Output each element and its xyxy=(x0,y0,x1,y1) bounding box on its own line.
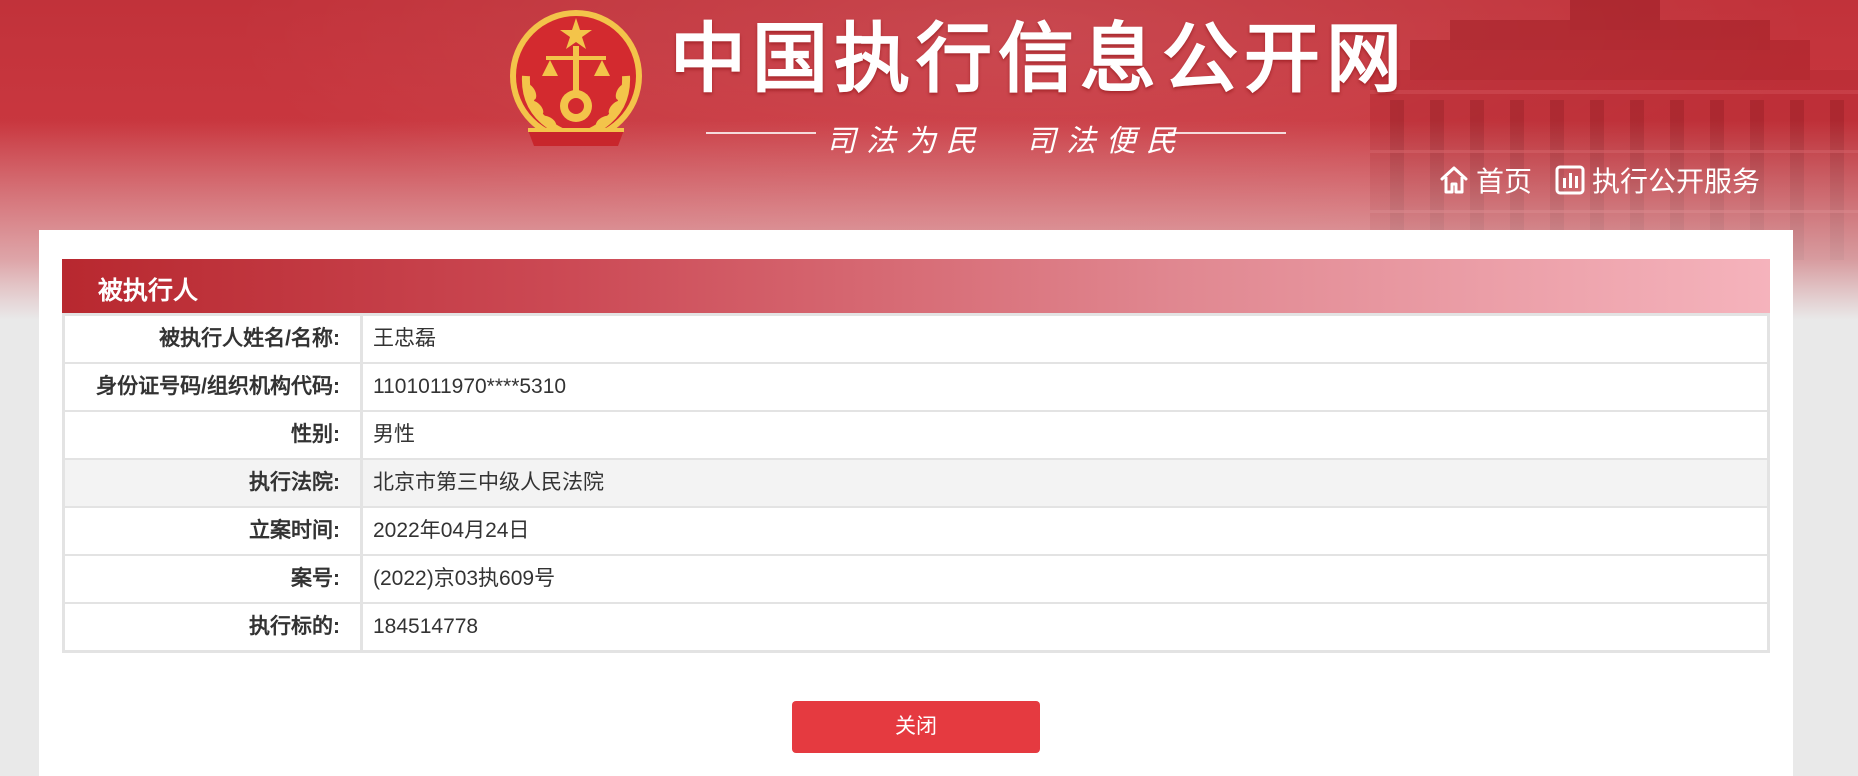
nav-home-link[interactable]: 首页 xyxy=(1438,160,1532,200)
slogan-divider-left xyxy=(706,132,816,134)
section-title: 被执行人 xyxy=(98,277,199,305)
case-number-label: 案号: xyxy=(65,556,363,602)
filing-date-value: 2022年04月24日 xyxy=(363,508,1767,554)
table-row: 案号: (2022)京03执609号 xyxy=(65,556,1767,604)
court-value: 北京市第三中级人民法院 xyxy=(363,460,1767,506)
id-number-value: 1101011970****5310 xyxy=(363,364,1767,410)
section-header: 被执行人 xyxy=(62,259,1770,313)
execution-amount-label: 执行标的: xyxy=(65,604,363,650)
close-button[interactable]: 关闭 xyxy=(792,701,1040,753)
table-row: 身份证号码/组织机构代码: 1101011970****5310 xyxy=(65,364,1767,412)
table-row: 被执行人姓名/名称: 王忠磊 xyxy=(65,316,1767,364)
nav-execution-service-link[interactable]: 执行公开服务 xyxy=(1554,160,1760,200)
gender-label: 性别: xyxy=(65,412,363,458)
content-card: 被执行人 被执行人姓名/名称: 王忠磊 身份证号码/组织机构代码: 110101… xyxy=(39,230,1793,776)
court-emblem-logo xyxy=(510,10,642,146)
table-row: 性别: 男性 xyxy=(65,412,1767,460)
slogan-divider-right xyxy=(1168,132,1286,134)
debtor-name-label: 被执行人姓名/名称: xyxy=(65,316,363,362)
court-label: 执行法院: xyxy=(65,460,363,506)
site-title: 中国执行信息公开网 xyxy=(670,17,1408,102)
table-row: 执行法院: 北京市第三中级人民法院 xyxy=(65,460,1767,508)
case-number-value: (2022)京03执609号 xyxy=(363,556,1767,602)
home-icon xyxy=(1440,166,1468,194)
id-number-label: 身份证号码/组织机构代码: xyxy=(65,364,363,410)
nav-execution-service-label: 执行公开服务 xyxy=(1591,166,1760,197)
execution-amount-value: 184514778 xyxy=(363,604,1767,650)
filing-date-label: 立案时间: xyxy=(65,508,363,554)
nav-home-label: 首页 xyxy=(1475,166,1532,197)
table-row: 立案时间: 2022年04月24日 xyxy=(65,508,1767,556)
table-row: 执行标的: 184514778 xyxy=(65,604,1767,650)
chart-icon xyxy=(1555,165,1585,195)
debtor-name-value: 王忠磊 xyxy=(363,316,1767,362)
gender-value: 男性 xyxy=(363,412,1767,458)
debtor-info-table: 被执行人姓名/名称: 王忠磊 身份证号码/组织机构代码: 1101011970*… xyxy=(62,313,1770,653)
slogan-text: 司法为民 司法便民 xyxy=(826,124,1186,159)
slogan: 司法为民 司法便民 xyxy=(706,112,1286,159)
top-nav: 首页 执行公开服务 xyxy=(1416,160,1760,200)
